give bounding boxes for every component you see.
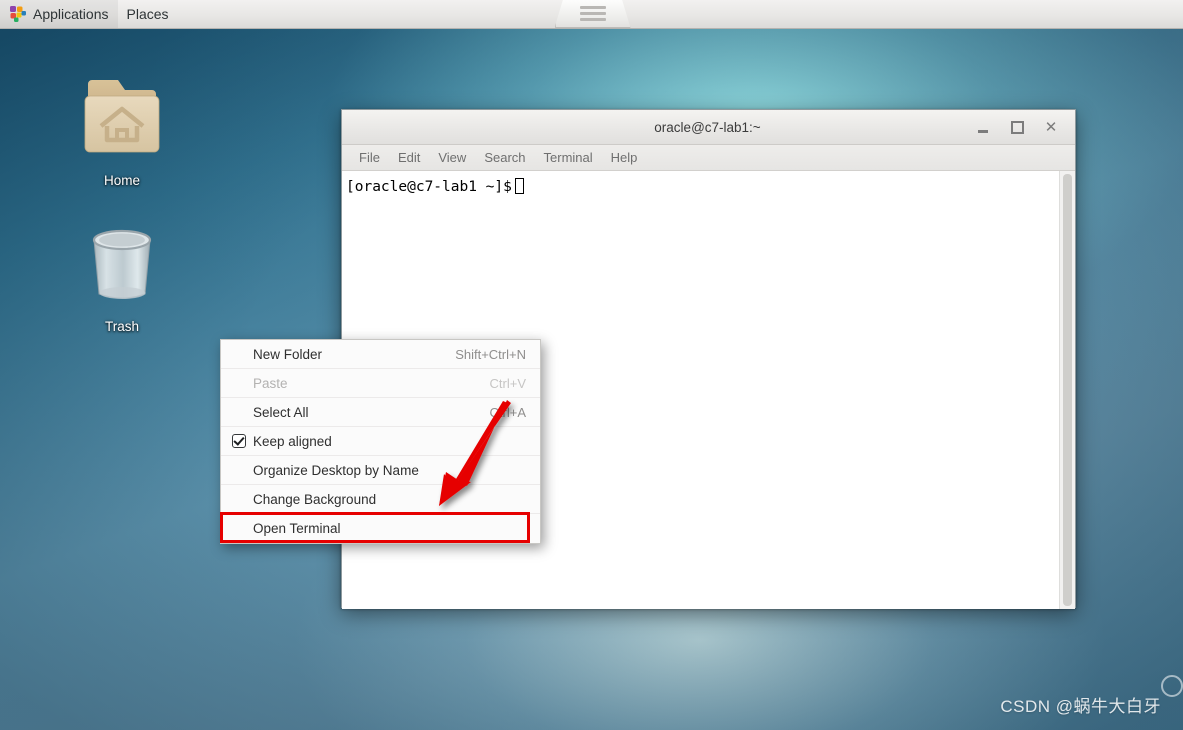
context-menu-item-open-terminal[interactable]: Open Terminal [221, 514, 540, 543]
context-menu-item-change-background[interactable]: Change Background [221, 485, 540, 514]
top-panel: Applications Places [0, 0, 1183, 29]
terminal-menubar: File Edit View Search Terminal Help [342, 145, 1075, 171]
context-menu-item-select-all[interactable]: Select All Ctrl+A [221, 398, 540, 427]
menu-item-label: Change Background [253, 491, 377, 507]
applications-label: Applications [33, 6, 109, 22]
menu-edit[interactable]: Edit [390, 147, 428, 168]
menu-view[interactable]: View [430, 147, 474, 168]
desktop-icon-label: Trash [104, 319, 139, 334]
scrollbar-thumb[interactable] [1063, 174, 1072, 606]
close-icon[interactable]: ✕ [1041, 117, 1061, 137]
checkmark-icon [232, 434, 246, 448]
terminal-titlebar[interactable]: oracle@c7-lab1:~ ✕ [342, 110, 1075, 145]
window-controls: ✕ [973, 117, 1075, 137]
menu-item-accelerator: Ctrl+A [489, 404, 526, 420]
menu-item-label: Select All [253, 404, 309, 420]
terminal-scrollbar[interactable] [1059, 171, 1075, 609]
shell-prompt: [oracle@c7-lab1 ~]$ [346, 179, 512, 195]
menu-item-label: Keep aligned [253, 433, 332, 449]
desktop-icon-home[interactable]: Home [67, 68, 177, 188]
terminal-cursor [514, 178, 524, 194]
menu-item-label: Paste [253, 375, 288, 391]
menu-item-accelerator: Ctrl+V [489, 375, 526, 391]
menu-item-label: New Folder [253, 346, 323, 362]
window-title: oracle@c7-lab1:~ [654, 119, 761, 135]
window-list-line [579, 6, 606, 9]
menu-item-label: Open Terminal [253, 521, 341, 536]
window-list-area[interactable] [554, 0, 631, 28]
menu-help[interactable]: Help [603, 147, 646, 168]
decorative-circle [1161, 675, 1183, 697]
applications-pinwheel-icon [10, 6, 26, 22]
desktop-icon-label: Home [103, 173, 140, 188]
window-list-line [579, 18, 606, 21]
menu-item-label: Organize Desktop by Name [253, 462, 419, 478]
maximize-icon[interactable] [1007, 117, 1027, 137]
trash-bin-icon [92, 229, 152, 299]
context-menu-item-keep-aligned[interactable]: Keep aligned [221, 427, 540, 456]
menu-applications[interactable]: Applications [0, 0, 118, 28]
window-list-tab[interactable] [554, 0, 631, 28]
context-menu-item-paste: Paste Ctrl+V [221, 369, 540, 398]
window-list-line [579, 12, 606, 15]
watermark-text: CSDN @蜗牛大白牙 [1000, 697, 1161, 716]
context-menu-item-organize-desktop[interactable]: Organize Desktop by Name [221, 456, 540, 485]
places-label: Places [126, 6, 169, 22]
context-menu-item-new-folder[interactable]: New Folder Shift+Ctrl+N [221, 340, 540, 369]
menu-file[interactable]: File [351, 147, 388, 168]
keep-aligned-checkbox[interactable] [231, 433, 247, 449]
home-folder-icon [84, 80, 160, 153]
menu-item-accelerator: Shift+Ctrl+N [455, 346, 526, 362]
menu-places[interactable]: Places [118, 0, 178, 28]
menu-search[interactable]: Search [476, 147, 533, 168]
desktop-icon-trash[interactable]: Trash [67, 218, 177, 334]
menu-terminal[interactable]: Terminal [536, 147, 601, 168]
minimize-icon[interactable] [973, 117, 993, 137]
desktop-context-menu: New Folder Shift+Ctrl+N Paste Ctrl+V Sel… [220, 339, 541, 544]
